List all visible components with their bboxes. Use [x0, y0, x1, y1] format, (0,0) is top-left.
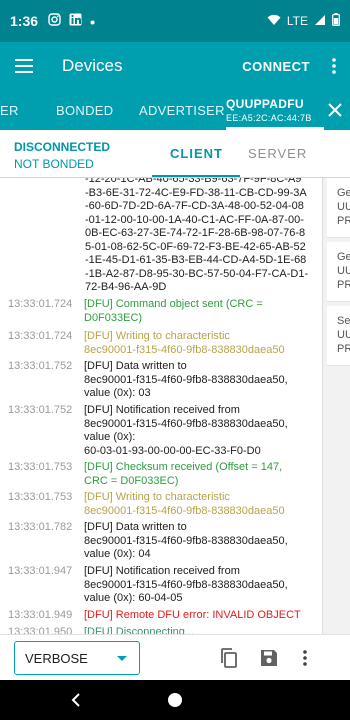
- tab-bonded[interactable]: BONDED: [56, 90, 113, 130]
- tab-device-quuppadfu[interactable]: QUUPPADFU EE:A5:2C:AC:44:7B: [226, 90, 324, 130]
- log-timestamp: 13:33:01.753: [8, 491, 73, 503]
- log-level-select[interactable]: VERBOSE: [14, 641, 140, 675]
- tab-device-name: QUUPPADFU: [226, 97, 304, 111]
- close-icon[interactable]: [320, 90, 350, 130]
- tab-server[interactable]: SERVER: [248, 146, 307, 161]
- log-message: [DFU] Data written to 8ec90001-f315-4f60…: [84, 360, 288, 399]
- service-uuid: UU: [337, 201, 350, 213]
- log-level-value: VERBOSE: [25, 650, 88, 666]
- instagram-icon: [48, 13, 61, 29]
- overflow-menu-icon[interactable]: [318, 42, 350, 90]
- log-message: [DFU] Command object sent (CRC = D0F033E…: [84, 298, 263, 324]
- service-card[interactable]: Ge UU PR: [327, 178, 350, 238]
- log-list[interactable]: -12-20-1C-AB-40-65-33-B9-63-7F-9F-8C-A9 …: [0, 178, 322, 634]
- app-bar: Devices CONNECT: [0, 42, 350, 90]
- log-message: [DFU] Writing to characteristic 8ec90001…: [84, 491, 285, 517]
- tab-device-address: EE:A5:2C:AC:44:7B: [226, 113, 312, 123]
- log-timestamp: 13:33:01.724: [8, 298, 73, 310]
- device-tabs: ER BONDED ADVERTISER QUUPPADFU EE:A5:2C:…: [0, 90, 350, 130]
- client-tab-indicator: [152, 175, 240, 177]
- log-timestamp: 13:33:01.752: [8, 404, 73, 416]
- log-toolbar: VERBOSE: [0, 634, 350, 680]
- dropdown-arrow-icon: [117, 656, 127, 661]
- status-time: 1:36: [10, 13, 39, 29]
- dot-icon: [90, 14, 95, 28]
- service-type: PR: [337, 279, 350, 291]
- log-timestamp: 13:33:01.724: [8, 330, 73, 342]
- menu-icon[interactable]: [0, 42, 48, 90]
- status-bar: 1:36 LTE: [0, 0, 350, 42]
- home-icon[interactable]: [168, 693, 182, 707]
- log-timestamp: 13:33:01.753: [8, 461, 73, 473]
- signal-icon: [314, 14, 326, 29]
- app-title: Devices: [62, 56, 123, 75]
- status-right: LTE: [267, 13, 340, 29]
- service-card[interactable]: Ge UU PR: [327, 242, 350, 302]
- service-type: PR: [337, 215, 350, 227]
- network-type: LTE: [286, 14, 308, 28]
- copy-icon[interactable]: [214, 643, 244, 673]
- device-screen: 1:36 LTE Devices CONNECT ER BONDED ADVER…: [0, 0, 350, 720]
- battery-icon: [332, 13, 340, 29]
- service-list-panel[interactable]: Ge UU PR Ge UU PR Se UU PR: [322, 178, 350, 634]
- wifi-icon: [267, 14, 281, 29]
- log-message: [DFU] Writing to characteristic 8ec90001…: [84, 330, 285, 356]
- service-type: PR: [337, 343, 350, 355]
- more-options-icon[interactable]: [290, 643, 320, 673]
- log-timestamp: 13:33:01.950: [8, 626, 73, 634]
- back-icon[interactable]: [66, 690, 86, 710]
- service-name: Ge: [337, 251, 350, 263]
- log-timestamp: 13:33:01.782: [8, 521, 73, 533]
- connection-bar: DISCONNECTED NOT BONDED CLIENT SERVER: [0, 130, 350, 178]
- service-name: Ge: [337, 187, 350, 199]
- bond-state: NOT BONDED: [14, 157, 94, 171]
- log-message: [DFU] Notification received from 8ec9000…: [84, 404, 288, 457]
- service-uuid: UU: [337, 329, 350, 341]
- service-name: Se: [337, 315, 350, 327]
- tab-scanner[interactable]: ER: [0, 90, 19, 130]
- connection-state: DISCONNECTED: [14, 140, 111, 154]
- connect-button[interactable]: CONNECT: [234, 51, 318, 82]
- system-navigation-bar: [0, 680, 350, 720]
- log-message: [DFU] Disconnecting...: [84, 626, 195, 634]
- service-card[interactable]: Se UU PR: [327, 306, 350, 366]
- save-icon[interactable]: [254, 643, 284, 673]
- log-timestamp: 13:33:01.752: [8, 360, 73, 372]
- linkedin-icon: [69, 13, 82, 29]
- service-uuid: UU: [337, 265, 350, 277]
- log-timestamp: 13:33:01.949: [8, 609, 73, 621]
- log-continuation: -12-20-1C-AB-40-65-33-B9-63-7F-9F-8C-A9 …: [85, 178, 309, 293]
- tab-client[interactable]: CLIENT: [170, 146, 223, 161]
- log-message: [DFU] Notification received from 8ec9000…: [84, 565, 288, 604]
- log-timestamp: 13:33:01.947: [8, 565, 73, 577]
- tab-advertiser[interactable]: ADVERTISER: [139, 90, 225, 130]
- log-message: [DFU] Data written to 8ec90001-f315-4f60…: [84, 521, 288, 560]
- log-message: [DFU] Checksum received (Offset = 147, C…: [84, 461, 283, 487]
- log-message: [DFU] Remote DFU error: INVALID OBJECT: [84, 609, 301, 621]
